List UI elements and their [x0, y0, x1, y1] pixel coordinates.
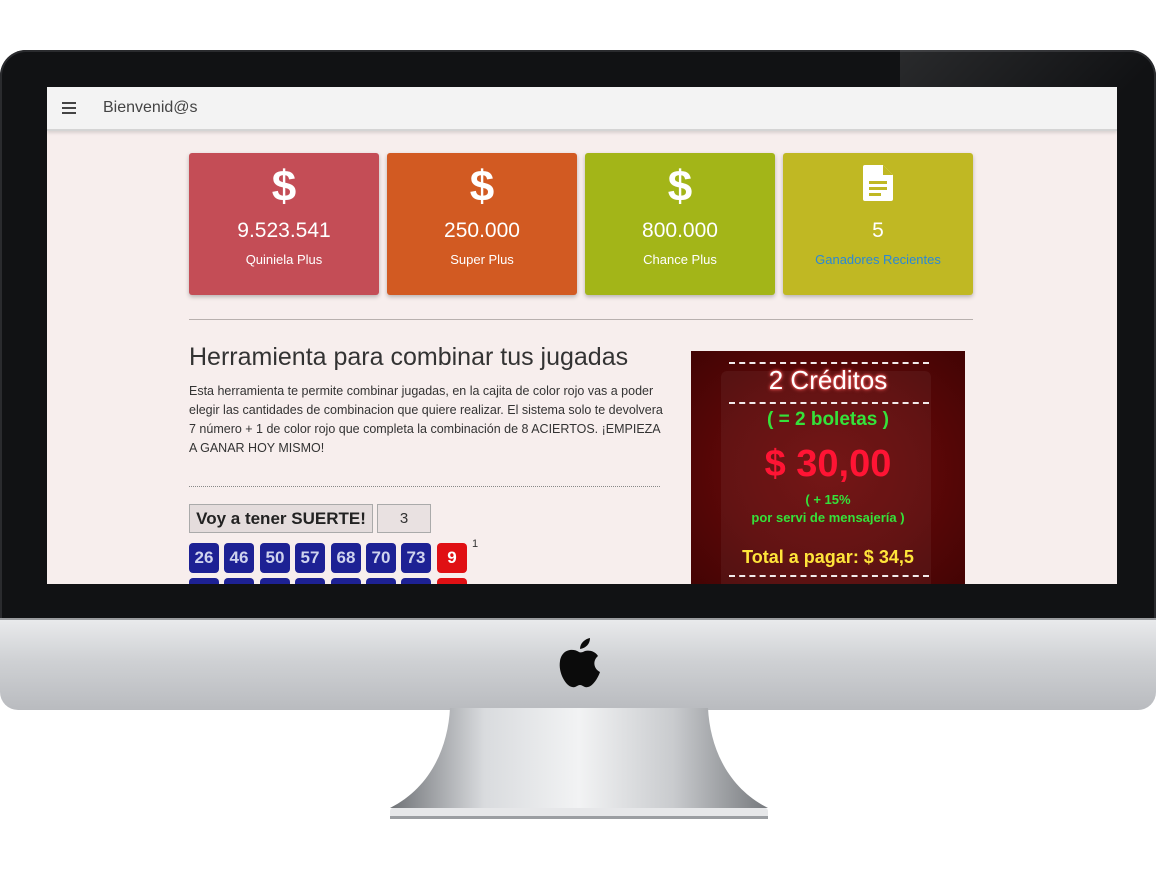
card-super-plus: $ 250.000 Super Plus [387, 153, 577, 295]
number-ball[interactable]: 57 [295, 543, 325, 573]
red-number-ball[interactable] [437, 578, 467, 584]
card-value: 9.523.541 [237, 219, 331, 242]
screen: Bienvenid@s $ 9.523.541 Quiniela Plus $ … [47, 87, 1117, 584]
credits-promo-panel: 2 Créditos ( = 2 boletas ) $ 30,00 ( + 1… [691, 351, 965, 584]
dashed-line [729, 575, 929, 577]
number-ball[interactable] [331, 578, 361, 584]
number-ball[interactable]: 50 [260, 543, 290, 573]
card-value: 5 [872, 219, 884, 242]
tool-description: Esta herramienta te permite combinar jug… [189, 384, 663, 455]
tool-title: Herramienta para combinar tus jugadas [189, 343, 629, 371]
top-app-bar: Bienvenid@s [47, 87, 1117, 131]
monitor-stand [390, 708, 768, 819]
number-ball[interactable]: 70 [366, 543, 396, 573]
document-icon [783, 165, 973, 205]
number-ball[interactable]: 26 [189, 543, 219, 573]
card-label: Quiniela Plus [245, 252, 323, 267]
number-ball[interactable] [366, 578, 396, 584]
red-number-ball[interactable]: 9 [437, 543, 467, 573]
dollar-icon: $ [189, 165, 379, 205]
card-chance-plus: $ 800.000 Chance Plus [585, 153, 775, 295]
surcharge-text: ( + 15% [805, 492, 851, 507]
ganadores-recientes-link[interactable]: Ganadores Recientes [783, 252, 973, 267]
app-title: Bienvenid@s [103, 99, 198, 116]
svg-text:$: $ [272, 165, 296, 205]
number-ball[interactable] [295, 578, 325, 584]
card-value: 800.000 [642, 219, 718, 242]
dollar-icon: $ [387, 165, 577, 205]
price-text: $ 30,00 [764, 443, 892, 485]
number-ball[interactable]: 73 [401, 543, 431, 573]
apple-logo-icon [559, 638, 600, 688]
number-ball[interactable] [260, 578, 290, 584]
total-text: Total a pagar: $ 34,5 [742, 547, 914, 567]
card-quiniela-plus: $ 9.523.541 Quiniela Plus [189, 153, 379, 295]
svg-text:$: $ [470, 165, 494, 205]
card-ganadores-recientes: 5 Ganadores Recientes [783, 153, 973, 295]
card-label: Chance Plus [643, 252, 717, 267]
dotted-divider [189, 486, 660, 487]
dashed-line [729, 362, 929, 364]
number-ball[interactable] [401, 578, 431, 584]
number-ball[interactable]: 68 [331, 543, 361, 573]
dollar-icon: $ [585, 165, 775, 205]
credits-title: 2 Créditos [768, 365, 888, 395]
section-divider [189, 319, 973, 320]
surcharge-note: por servi de mensajería ) [751, 510, 905, 525]
card-label: Super Plus [450, 252, 514, 267]
combination-quantity-input[interactable] [377, 504, 431, 533]
boletas-text: ( = 2 boletas ) [767, 409, 889, 430]
number-ball[interactable]: 46 [224, 543, 254, 573]
number-ball[interactable] [224, 578, 254, 584]
hamburger-menu-icon[interactable] [62, 102, 76, 114]
card-value: 250.000 [444, 219, 520, 242]
number-ball[interactable] [189, 578, 219, 584]
dashed-line [729, 402, 929, 404]
svg-text:$: $ [668, 165, 692, 205]
row-index: 1 [472, 538, 479, 550]
luck-button[interactable]: Voy a tener SUERTE! [189, 504, 373, 533]
